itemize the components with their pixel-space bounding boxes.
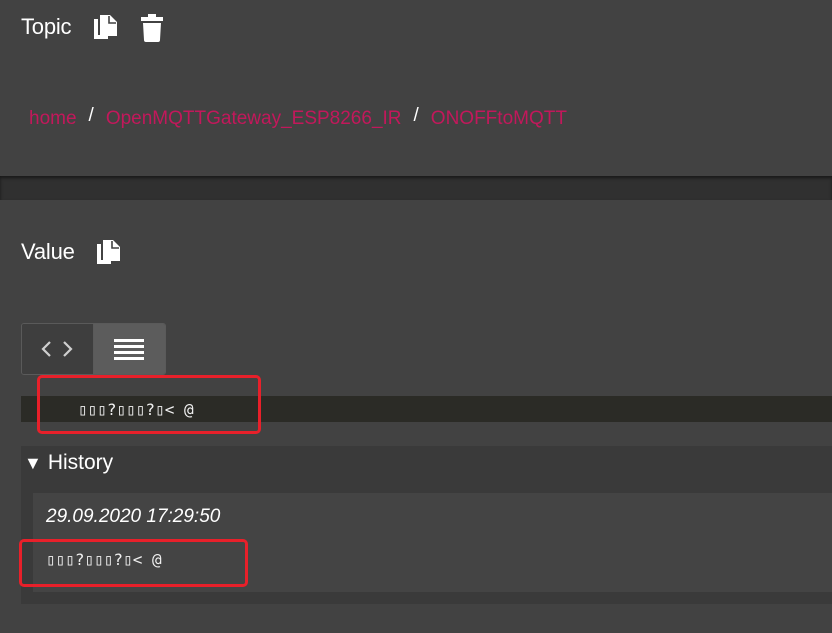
copy-icon[interactable] — [94, 15, 118, 41]
history-toggle[interactable]: ▼ History — [21, 446, 832, 480]
code-icon — [41, 341, 73, 357]
topic-title: Topic — [21, 14, 72, 39]
triangle-down-icon: ▼ — [24, 452, 42, 473]
value-highlight-box — [37, 375, 261, 434]
breadcrumb-separator: / — [88, 105, 94, 126]
view-mode-toggle — [21, 323, 166, 375]
list-icon — [114, 339, 145, 360]
breadcrumb-topic-link[interactable]: ONOFFtoMQTT — [431, 108, 567, 129]
trash-icon[interactable] — [141, 14, 163, 42]
breadcrumb-separator: / — [413, 105, 419, 126]
raw-view-button[interactable] — [22, 324, 94, 374]
breadcrumb-home-link[interactable]: home — [29, 108, 77, 129]
text-view-button[interactable] — [93, 324, 165, 374]
copy-icon[interactable] — [97, 240, 121, 266]
topic-panel — [0, 0, 832, 176]
history-timestamp: 29.09.2020 17:29:50 — [46, 506, 221, 527]
history-highlight-box — [19, 539, 248, 587]
history-label: History — [47, 451, 114, 474]
breadcrumb-device-link[interactable]: OpenMQTTGateway_ESP8266_IR — [106, 108, 402, 129]
breadcrumb: home / OpenMQTTGateway_ESP8266_IR / ONOFFtoM… — [29, 105, 567, 130]
value-title: Value — [21, 239, 75, 264]
panel-divider — [0, 176, 832, 200]
